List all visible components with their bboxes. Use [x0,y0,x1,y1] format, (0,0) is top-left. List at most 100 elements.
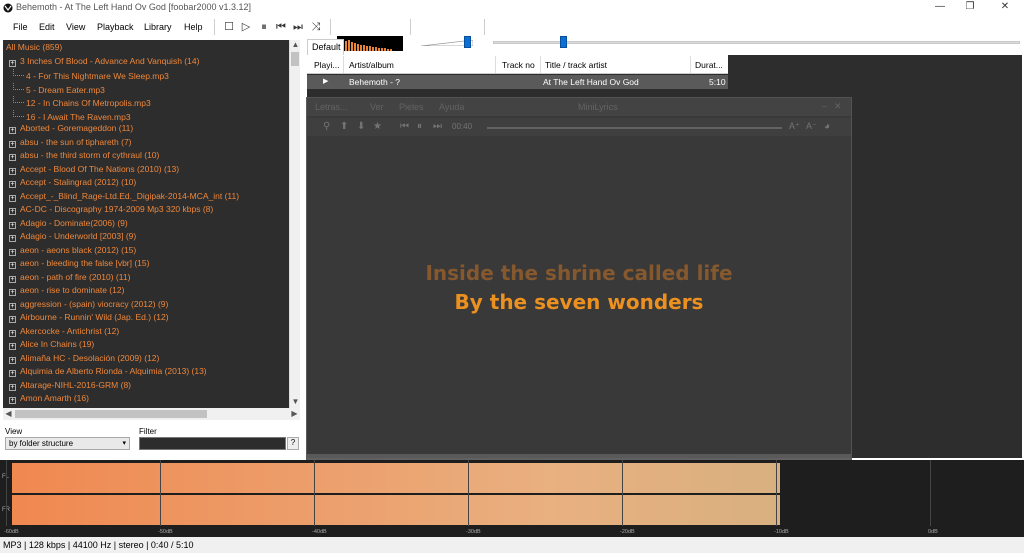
library-folder-item[interactable]: + Adagio - Underworld [2003] (9) [9,231,136,245]
expand-icon[interactable]: + [9,343,16,350]
playlist-tab-default[interactable]: Default [307,39,344,55]
expand-icon[interactable]: + [9,370,16,377]
filter-input[interactable] [139,437,286,450]
scroll-thumb[interactable] [291,52,299,66]
library-horizontal-scrollbar[interactable]: ◀ ▶ [3,408,300,420]
expand-icon[interactable]: + [9,127,16,134]
library-file-item[interactable]: 5 - Dream Eater.mp3 [13,82,105,97]
menu-file[interactable]: File [13,22,28,32]
library-folder-item[interactable]: + absu - the sun of tiphareth (7) [9,137,132,151]
ml-menu-ayuda[interactable]: Ayuda [439,102,464,112]
library-folder-item[interactable]: + AC-DC - Discography 1974-2009 Mp3 320 k… [9,204,213,218]
scroll-thumb[interactable] [15,410,207,418]
library-folder-item[interactable]: + Alice In Chains (19) [9,339,94,353]
pause-icon[interactable]: ⏸ [257,20,271,34]
library-folder-item[interactable]: + Airbourne - Runnin' Wild (Jap. Ed.) (12… [9,312,169,326]
playlist-row[interactable]: ▶ Behemoth - ? At The Left Hand Ov God 5… [307,75,728,89]
library-folder-item[interactable]: + Akercocke - Antichrist (12) [9,326,119,340]
library-folder-item[interactable]: + Accept - Blood Of The Nations (2010) (1… [9,164,179,178]
library-root[interactable]: All Music (859) [6,42,62,56]
search-icon[interactable]: ⚲ [323,121,330,132]
library-folder-item[interactable]: + aeon - aeons black (2012) (15) [9,245,136,259]
arrow-down-icon[interactable]: ⬇ [357,121,365,132]
minilyrics-titlebar[interactable]: Letras... Ver Pieles Ayuda MiniLyrics – … [307,98,851,116]
library-folder-item[interactable]: + Adagio - Dominate(2006) (9) [9,218,128,232]
column-artist-album[interactable]: Artist/album [349,60,394,70]
expand-icon[interactable]: + [9,275,16,283]
expand-icon[interactable]: + [9,194,16,202]
star-icon[interactable]: ★ [373,121,382,132]
expand-icon[interactable]: + [9,397,16,404]
play-icon[interactable]: ▷ [239,20,253,34]
next-icon[interactable]: ⏭ [291,20,305,34]
scroll-left-icon[interactable]: ◀ [3,409,14,418]
next-icon[interactable]: ⏭ [433,121,442,132]
expand-icon[interactable]: + [9,289,16,296]
close-button[interactable]: ✕ [990,1,1020,15]
scroll-right-icon[interactable]: ▶ [289,409,300,418]
expand-icon[interactable]: + [9,316,16,323]
library-file-item[interactable]: 12 - In Chains Of Metropolis.mp3 [13,96,151,110]
column-track-no[interactable]: Track no [502,60,535,70]
menu-edit[interactable]: Edit [39,22,55,32]
scroll-up-icon[interactable]: ▲ [290,40,301,49]
expand-icon[interactable]: + [9,235,16,242]
library-vertical-scrollbar[interactable]: ▲ ▼ [289,40,300,408]
close-icon[interactable]: ✕ [834,101,842,112]
random-icon[interactable]: ⤨ [309,20,323,34]
column-duration[interactable]: Durat... [695,60,723,70]
font-increase-icon[interactable]: A⁺ [789,121,800,132]
library-folder-item[interactable]: + aeon - path of fire (2010) (11) [9,272,130,286]
library-folder-item[interactable]: + Accept - Stalingrad (2012) (10) [9,177,136,191]
pause-icon[interactable]: ⏸ [417,121,422,132]
stop-icon[interactable]: ☐ [222,20,236,34]
column-title[interactable]: Title / track artist [545,60,607,70]
previous-icon[interactable]: ⏮ [400,121,409,132]
expand-icon[interactable]: + [9,329,16,337]
scroll-down-icon[interactable]: ▼ [290,397,301,406]
minimize-icon[interactable]: – [822,101,827,111]
filter-help-button[interactable]: ? [287,437,299,450]
ml-progress-bar[interactable] [487,127,782,129]
library-folder-item[interactable]: +3 Inches Of Blood - Advance And Vanquis… [9,56,199,70]
library-folder-item[interactable]: + absu - the third storm of cythraul (10) [9,150,159,164]
library-file-item[interactable]: 16 - I Await The Raven.mp3 [13,109,131,124]
expand-icon[interactable]: + [9,154,16,161]
library-folder-item[interactable]: + Alimaña HC - Desolación (2009) (12) [9,353,159,367]
ml-menu-letras[interactable]: Letras... [315,102,348,112]
maximize-button[interactable]: ❐ [955,1,985,15]
library-file-item[interactable]: 4 - For This Nightmare We Sleep.mp3 [13,69,169,83]
expand-icon[interactable]: + [9,59,16,67]
expand-icon[interactable]: + [9,356,16,364]
menu-playback[interactable]: Playback [97,22,134,32]
library-folder-item[interactable]: + Alquimia de Alberto Rionda - Alquimia (… [9,366,207,380]
arrow-up-icon[interactable]: ⬆ [340,121,348,132]
library-folder-item[interactable]: + Altarage-NIHL-2016-GRM (8) [9,380,131,394]
expand-icon[interactable]: + [9,383,16,391]
library-folder-item[interactable]: + Aborted - Goremageddon (11) [9,123,133,137]
column-playing[interactable]: Playi... [314,60,340,70]
expand-icon[interactable]: + [9,167,16,175]
seek-bar[interactable] [493,41,1020,44]
expand-icon[interactable]: + [9,248,16,256]
expand-icon[interactable]: + [9,221,16,229]
font-decrease-icon[interactable]: A⁻ [806,121,817,132]
volume-slider-thumb[interactable] [463,36,471,48]
expand-icon[interactable]: + [9,208,16,215]
previous-icon[interactable]: ⏮ [274,20,288,34]
minimize-button[interactable]: — [925,1,955,15]
view-select[interactable]: by folder structure ▾ [5,437,130,450]
ml-menu-pieles[interactable]: Pieles [399,102,424,112]
menu-view[interactable]: View [66,22,85,32]
menu-library[interactable]: Library [144,22,172,32]
expand-icon[interactable]: + [9,140,16,148]
library-folder-item[interactable]: + Accept_-_Blind_Rage-Ltd.Ed._Digipak-201… [9,191,239,205]
seek-slider-thumb[interactable] [560,36,568,48]
library-folder-item[interactable]: + aeon - bleeding the false [vbr] (15) [9,258,149,272]
ml-menu-ver[interactable]: Ver [370,102,384,112]
library-folder-item[interactable]: + aeon - rise to dominate (12) [9,285,124,299]
color-icon[interactable]: ◕ [824,121,830,132]
expand-icon[interactable]: + [9,181,16,188]
minilyrics-window[interactable]: Letras... Ver Pieles Ayuda MiniLyrics – … [306,97,852,470]
library-folder-item[interactable]: + aggression - (spain) viocracy (2012) (9… [9,299,168,313]
